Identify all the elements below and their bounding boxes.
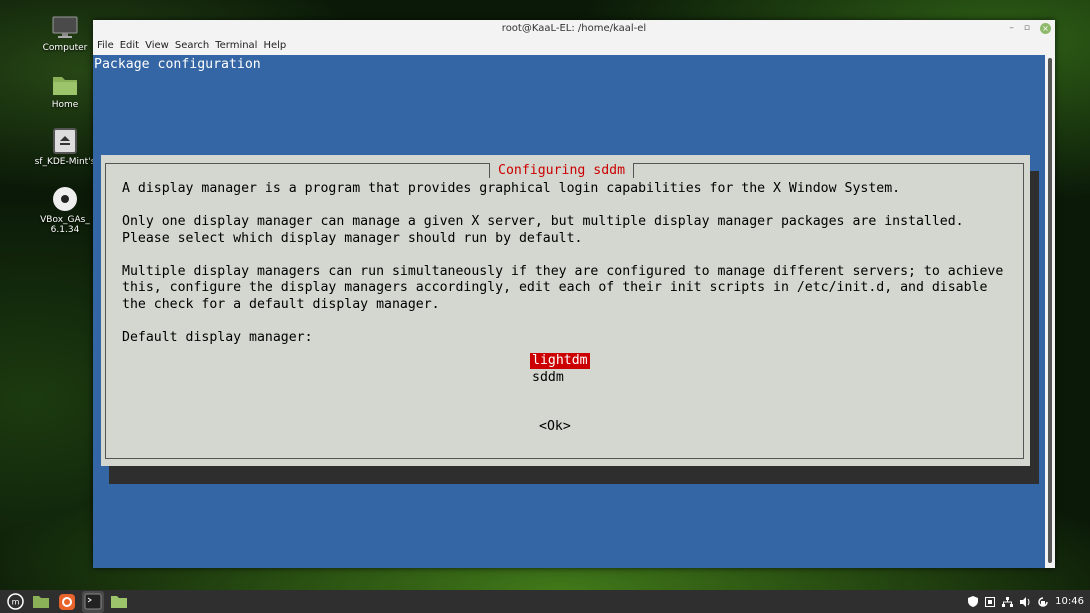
minimize-icon[interactable]: –: [1009, 22, 1014, 34]
desktop-icon-home[interactable]: Home: [29, 73, 101, 110]
menu-button[interactable]: m: [4, 591, 26, 613]
desktop-icon-label: VBox_GAs_ 6.1.34: [40, 215, 90, 235]
desktop-icon-shared-folder[interactable]: sf_KDE-Mint's: [29, 128, 101, 167]
firefox-launcher[interactable]: [56, 591, 78, 613]
dialog-frame: Configuring sddm A display manager is a …: [105, 163, 1024, 459]
configuring-dialog: Configuring sddm A display manager is a …: [101, 155, 1030, 466]
files-launcher[interactable]: [30, 591, 52, 613]
drive-icon: [53, 128, 77, 154]
menu-file[interactable]: File: [97, 37, 118, 55]
folder-launcher[interactable]: [108, 591, 130, 613]
scrollbar[interactable]: [1045, 55, 1055, 568]
window-controls: – ▫ ×: [1009, 22, 1051, 34]
desktop-icon-label: sf_KDE-Mint's: [34, 157, 96, 167]
network-icon[interactable]: [1002, 596, 1014, 607]
clock[interactable]: 10:46: [1055, 596, 1084, 607]
menu-view[interactable]: View: [145, 37, 173, 55]
menu-bar: File Edit View Search Terminal Help: [93, 37, 1055, 55]
desktop-icon-label: Computer: [42, 43, 88, 53]
disc-icon: [53, 187, 77, 211]
option-sddm[interactable]: sddm: [532, 370, 564, 386]
shield-icon[interactable]: [968, 596, 979, 607]
package-configuration-header: Package configuration: [94, 57, 261, 72]
volume-icon[interactable]: [1020, 596, 1031, 607]
dialog-body-text: A display manager is a program that prov…: [122, 181, 1004, 345]
terminal-icon: [84, 593, 102, 610]
files-icon: [33, 596, 49, 608]
svg-text:m: m: [11, 598, 19, 607]
system-tray: 10:46: [968, 590, 1084, 613]
menu-icon: m: [6, 593, 24, 610]
computer-icon: [52, 16, 78, 38]
menu-help[interactable]: Help: [263, 37, 290, 55]
terminal-launcher[interactable]: [82, 590, 104, 613]
firefox-icon: [59, 593, 75, 610]
title-bar[interactable]: root@KaaL-EL: /home/kaal-el – ▫ ×: [93, 20, 1055, 37]
desktop-icon-label: Home: [51, 100, 79, 110]
option-lightdm[interactable]: lightdm: [530, 353, 590, 369]
update-icon[interactable]: [1038, 596, 1048, 607]
dialog-title: Configuring sddm: [489, 163, 635, 178]
menu-edit[interactable]: Edit: [120, 37, 143, 55]
terminal-area[interactable]: Package configuration Configuring sddm A…: [93, 55, 1045, 568]
taskbar: m 10:46: [0, 590, 1090, 613]
display-icon[interactable]: [985, 596, 996, 607]
close-icon[interactable]: ×: [1040, 22, 1051, 34]
menu-terminal[interactable]: Terminal: [215, 37, 261, 55]
ok-button[interactable]: <Ok>: [539, 419, 571, 434]
scrollbar-thumb[interactable]: [1048, 58, 1052, 563]
terminal-window: root@KaaL-EL: /home/kaal-el – ▫ × File E…: [93, 20, 1055, 568]
folder-icon: [53, 77, 77, 95]
desktop-icon-computer[interactable]: Computer: [29, 16, 101, 53]
window-title: root@KaaL-EL: /home/kaal-el: [501, 23, 647, 34]
maximize-icon[interactable]: ▫: [1024, 22, 1030, 34]
folder-icon: [111, 596, 127, 608]
menu-search[interactable]: Search: [175, 37, 213, 55]
desktop-icon-vbox-disc[interactable]: VBox_GAs_ 6.1.34: [29, 186, 101, 235]
